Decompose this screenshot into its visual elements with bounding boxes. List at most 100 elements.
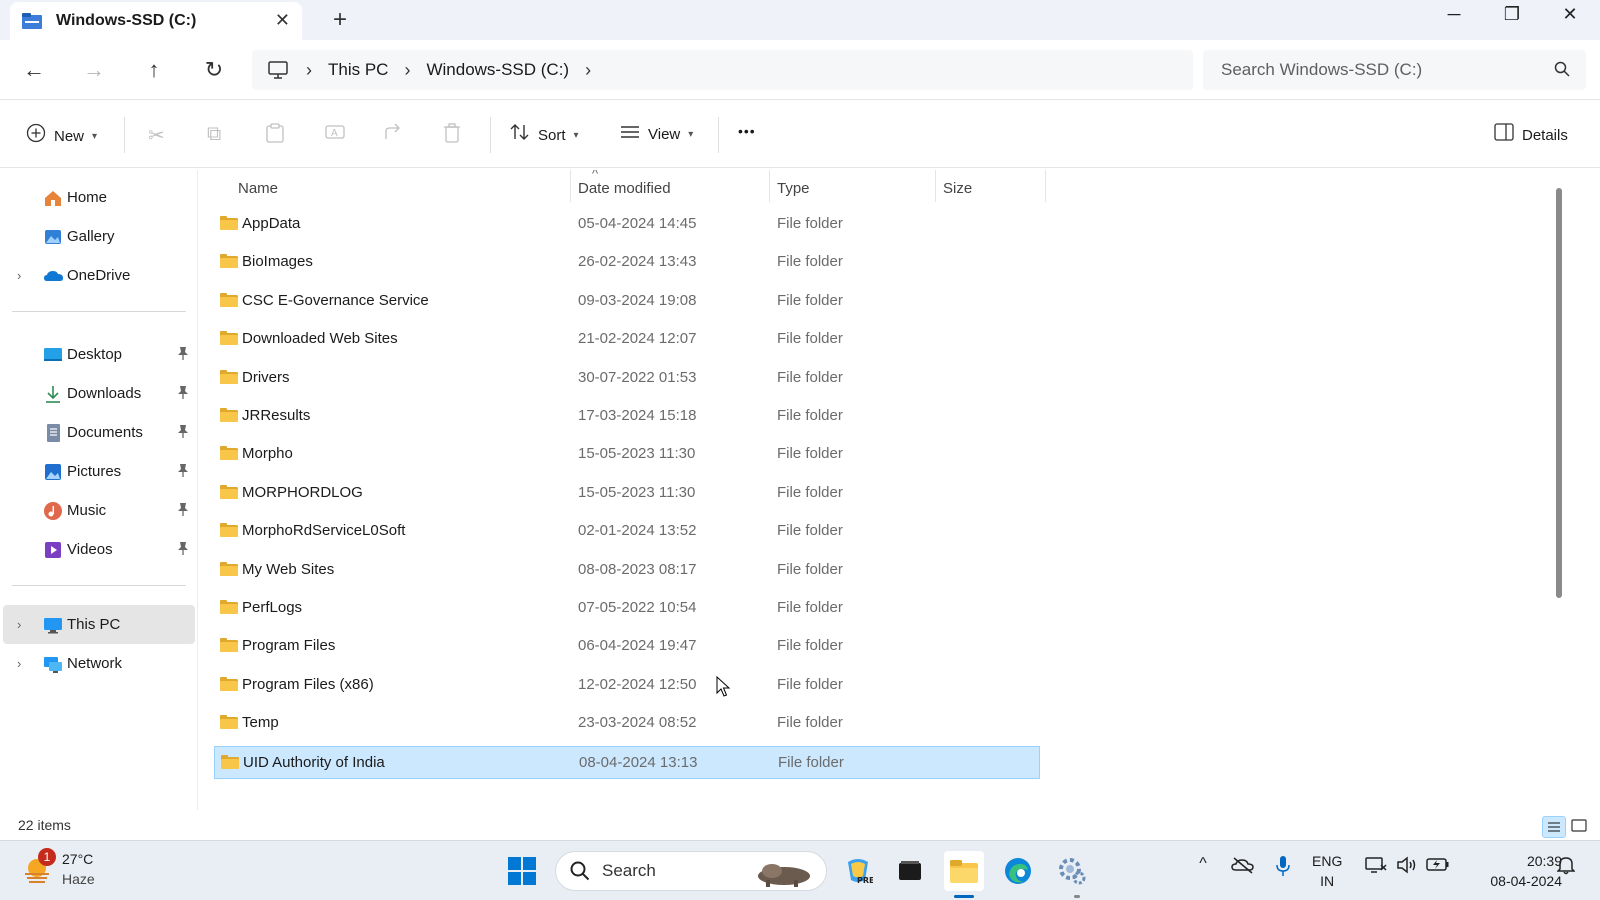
system-clock[interactable]: 20:39 08-04-2024: [1462, 851, 1562, 891]
file-date-modified: 15-05-2023 11:30: [578, 483, 696, 501]
sort-button[interactable]: Sort ▾: [510, 123, 579, 147]
file-row[interactable]: My Web Sites 08-08-2023 08:17 File folder: [214, 554, 1040, 587]
column-header-name[interactable]: Name: [238, 170, 568, 206]
input-language-indicator[interactable]: ENG IN: [1312, 851, 1342, 891]
network-status-icon[interactable]: [1362, 855, 1390, 880]
column-header-type[interactable]: Type: [777, 170, 937, 206]
file-row[interactable]: Morpho 15-05-2023 11:30 File folder: [214, 438, 1040, 471]
pin-icon[interactable]: [177, 502, 189, 519]
up-button[interactable]: ↑: [136, 52, 172, 88]
pin-icon[interactable]: [177, 346, 189, 363]
view-button[interactable]: View ▾: [620, 123, 693, 146]
column-divider[interactable]: [769, 170, 770, 202]
onedrive-offline-icon[interactable]: [1229, 855, 1257, 880]
new-button[interactable]: New ▾: [26, 123, 97, 149]
sidebar-item-documents[interactable]: Documents: [3, 413, 195, 452]
column-divider[interactable]: [570, 170, 571, 202]
sidebar-item-this-pc[interactable]: › This PC: [3, 605, 195, 644]
delete-button[interactable]: [443, 123, 469, 149]
chevron-right-icon[interactable]: ›: [585, 60, 591, 81]
running-app-indicator: [1074, 895, 1080, 898]
task-view-icon[interactable]: [890, 851, 930, 891]
back-button[interactable]: ←: [16, 52, 52, 88]
sidebar-item-music[interactable]: Music: [3, 491, 195, 530]
paste-button[interactable]: [266, 123, 292, 149]
weather-widget[interactable]: 1 27°C Haze: [20, 848, 95, 889]
chevron-right-icon[interactable]: ›: [306, 60, 312, 81]
details-view-toggle[interactable]: [1542, 816, 1566, 838]
column-divider[interactable]: [1045, 170, 1046, 202]
volume-icon[interactable]: [1393, 855, 1421, 880]
file-row[interactable]: Downloaded Web Sites 21-02-2024 12:07 File…: [214, 323, 1040, 356]
file-row[interactable]: JRResults 17-03-2024 15:18 File folder: [214, 400, 1040, 433]
column-header-size[interactable]: Size: [943, 170, 1043, 206]
file-row[interactable]: Program Files 06-04-2024 19:47 File folder: [214, 630, 1040, 663]
notifications-bell-icon[interactable]: [1552, 855, 1580, 880]
column-divider[interactable]: [935, 170, 936, 202]
large-icons-view-toggle[interactable]: [1568, 816, 1592, 838]
scrollbar-thumb[interactable]: [1556, 188, 1562, 598]
pin-icon[interactable]: [177, 463, 189, 480]
file-explorer-taskbar-icon[interactable]: [944, 851, 984, 891]
expand-chevron-icon[interactable]: ›: [17, 268, 21, 283]
restore-button[interactable]: ❐: [1492, 4, 1532, 25]
file-name: PerfLogs: [242, 599, 303, 616]
rename-button[interactable]: A: [325, 123, 353, 147]
monitor-icon[interactable]: [268, 61, 288, 79]
sidebar-item-label: Videos: [67, 541, 113, 558]
sidebar-item-videos[interactable]: Videos: [3, 530, 195, 569]
file-row[interactable]: AppData 05-04-2024 14:45 File folder: [214, 208, 1040, 241]
column-header-date[interactable]: Date modified: [578, 170, 768, 206]
search-input[interactable]: Search Windows-SSD (C:): [1203, 50, 1586, 90]
breadcrumb-windows-ssd[interactable]: Windows-SSD (C:): [426, 60, 569, 80]
sidebar-item-gallery[interactable]: Gallery: [3, 217, 195, 256]
refresh-button[interactable]: ↻: [196, 52, 232, 88]
file-date-modified: 30-07-2022 01:53: [578, 368, 697, 386]
new-tab-button[interactable]: +: [326, 6, 354, 34]
close-window-button[interactable]: ✕: [1550, 4, 1590, 25]
sidebar-item-pictures[interactable]: Pictures: [3, 452, 195, 491]
pin-icon[interactable]: [177, 541, 189, 558]
pin-icon[interactable]: [177, 385, 189, 402]
cut-button[interactable]: ✂: [148, 123, 173, 148]
file-row[interactable]: BioImages 26-02-2024 13:43 File folder: [214, 246, 1040, 279]
pin-icon[interactable]: [177, 424, 189, 441]
file-row[interactable]: Program Files (x86) 12-02-2024 12:50 File …: [214, 669, 1040, 702]
more-options-button[interactable]: •••: [738, 123, 756, 139]
settings-gear-icon[interactable]: [1052, 851, 1092, 891]
file-row[interactable]: Temp 23-03-2024 08:52 File folder: [214, 707, 1040, 740]
sidebar-item-network[interactable]: › Network: [3, 644, 195, 683]
expand-chevron-icon[interactable]: ›: [17, 617, 21, 632]
taskbar-search-label: Search: [602, 861, 656, 880]
copy-button[interactable]: ⧉: [207, 123, 229, 146]
close-tab-icon[interactable]: ✕: [275, 10, 290, 31]
edge-browser-icon[interactable]: [998, 851, 1038, 891]
tab-windows-ssd[interactable]: Windows-SSD (C:) ✕: [10, 2, 302, 40]
file-row[interactable]: CSC E-Governance Service 09-03-2024 19:08…: [214, 285, 1040, 318]
microphone-icon[interactable]: [1269, 855, 1297, 882]
battery-charging-icon[interactable]: [1424, 855, 1452, 878]
breadcrumb-this-pc[interactable]: This PC: [328, 60, 388, 80]
file-date-modified: 15-05-2023 11:30: [578, 445, 696, 463]
chevron-right-icon[interactable]: ›: [404, 60, 410, 81]
share-button[interactable]: [384, 123, 412, 147]
sidebar-item-downloads[interactable]: Downloads: [3, 374, 195, 413]
start-button[interactable]: [502, 851, 542, 891]
minimize-button[interactable]: ─: [1434, 4, 1474, 25]
details-button[interactable]: Details: [1494, 123, 1568, 147]
file-row[interactable]: Drivers 30-07-2022 01:53 File folder: [214, 362, 1040, 395]
file-row[interactable]: UID Authority of India 08-04-2024 13:13 Fi…: [214, 745, 1040, 779]
address-bar[interactable]: › This PC › Windows-SSD (C:) ›: [252, 50, 1193, 90]
expand-chevron-icon[interactable]: ›: [17, 656, 21, 671]
file-date-modified: 06-04-2024 19:47: [578, 637, 697, 655]
forward-button[interactable]: →: [76, 52, 112, 88]
show-hidden-icons-chevron-icon[interactable]: ^: [1189, 855, 1217, 873]
sidebar-item-onedrive[interactable]: › OneDrive: [3, 256, 195, 295]
sidebar-item-desktop[interactable]: Desktop: [3, 335, 195, 374]
copilot-icon[interactable]: PRE: [838, 851, 878, 891]
file-row[interactable]: MORPHORDLOG 15-05-2023 11:30 File folder: [214, 477, 1040, 510]
sidebar-item-home[interactable]: Home: [3, 178, 195, 217]
taskbar-search[interactable]: Search: [555, 851, 827, 891]
file-row[interactable]: MorphoRdServiceL0Soft 02-01-2024 13:52 Fil…: [214, 515, 1040, 548]
file-row[interactable]: PerfLogs 07-05-2022 10:54 File folder: [214, 592, 1040, 625]
